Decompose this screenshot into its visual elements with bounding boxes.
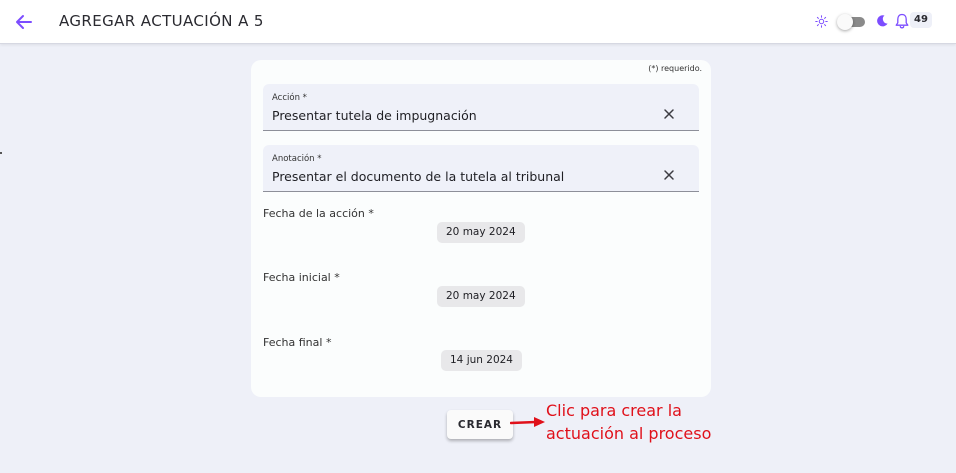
- crear-button[interactable]: CREAR: [447, 410, 513, 439]
- bell-icon[interactable]: [894, 13, 910, 30]
- close-icon[interactable]: [663, 169, 675, 181]
- top-app-bar: AGREGAR ACTUACIÓN A 5 49: [0, 0, 956, 44]
- fecha-accion-label: Fecha de la acción *: [263, 207, 374, 220]
- anotacion-field[interactable]: Anotación * Presentar el documento de la…: [263, 145, 699, 192]
- annotation-arrow-icon: [510, 417, 545, 427]
- anotacion-label: Anotación *: [272, 154, 322, 164]
- fecha-final-picker[interactable]: 14 jun 2024: [441, 350, 522, 371]
- required-note: (*) requerido.: [648, 64, 702, 73]
- edge-marker: [0, 152, 2, 154]
- arrow-left-icon[interactable]: [12, 10, 36, 34]
- theme-toggle-knob: [837, 14, 853, 30]
- fecha-inicial-label: Fecha inicial *: [263, 271, 340, 284]
- page-title: AGREGAR ACTUACIÓN A 5: [59, 12, 264, 30]
- anotacion-value[interactable]: Presentar el documento de la tutela al t…: [272, 169, 564, 184]
- theme-toggle[interactable]: [837, 14, 867, 30]
- close-icon[interactable]: [663, 108, 675, 120]
- moon-icon: [877, 15, 888, 27]
- annotation-line-1: Clic para crear la: [546, 401, 682, 420]
- annotation-text: Clic para crear la actuación al proceso: [546, 399, 711, 445]
- accion-label: Acción *: [272, 93, 307, 103]
- annotation-line-2: actuación al proceso: [546, 424, 712, 443]
- accion-field[interactable]: Acción * Presentar tutela de impugnación: [263, 84, 699, 131]
- fecha-inicial-picker[interactable]: 20 may 2024: [437, 286, 525, 307]
- sun-icon: [815, 15, 828, 28]
- accion-value[interactable]: Presentar tutela de impugnación: [272, 108, 477, 123]
- fecha-final-label: Fecha final *: [263, 336, 332, 349]
- notification-count-badge: 49: [910, 12, 932, 28]
- form-card: (*) requerido. Acción * Presentar tutela…: [251, 60, 711, 397]
- fecha-accion-picker[interactable]: 20 may 2024: [437, 222, 525, 243]
